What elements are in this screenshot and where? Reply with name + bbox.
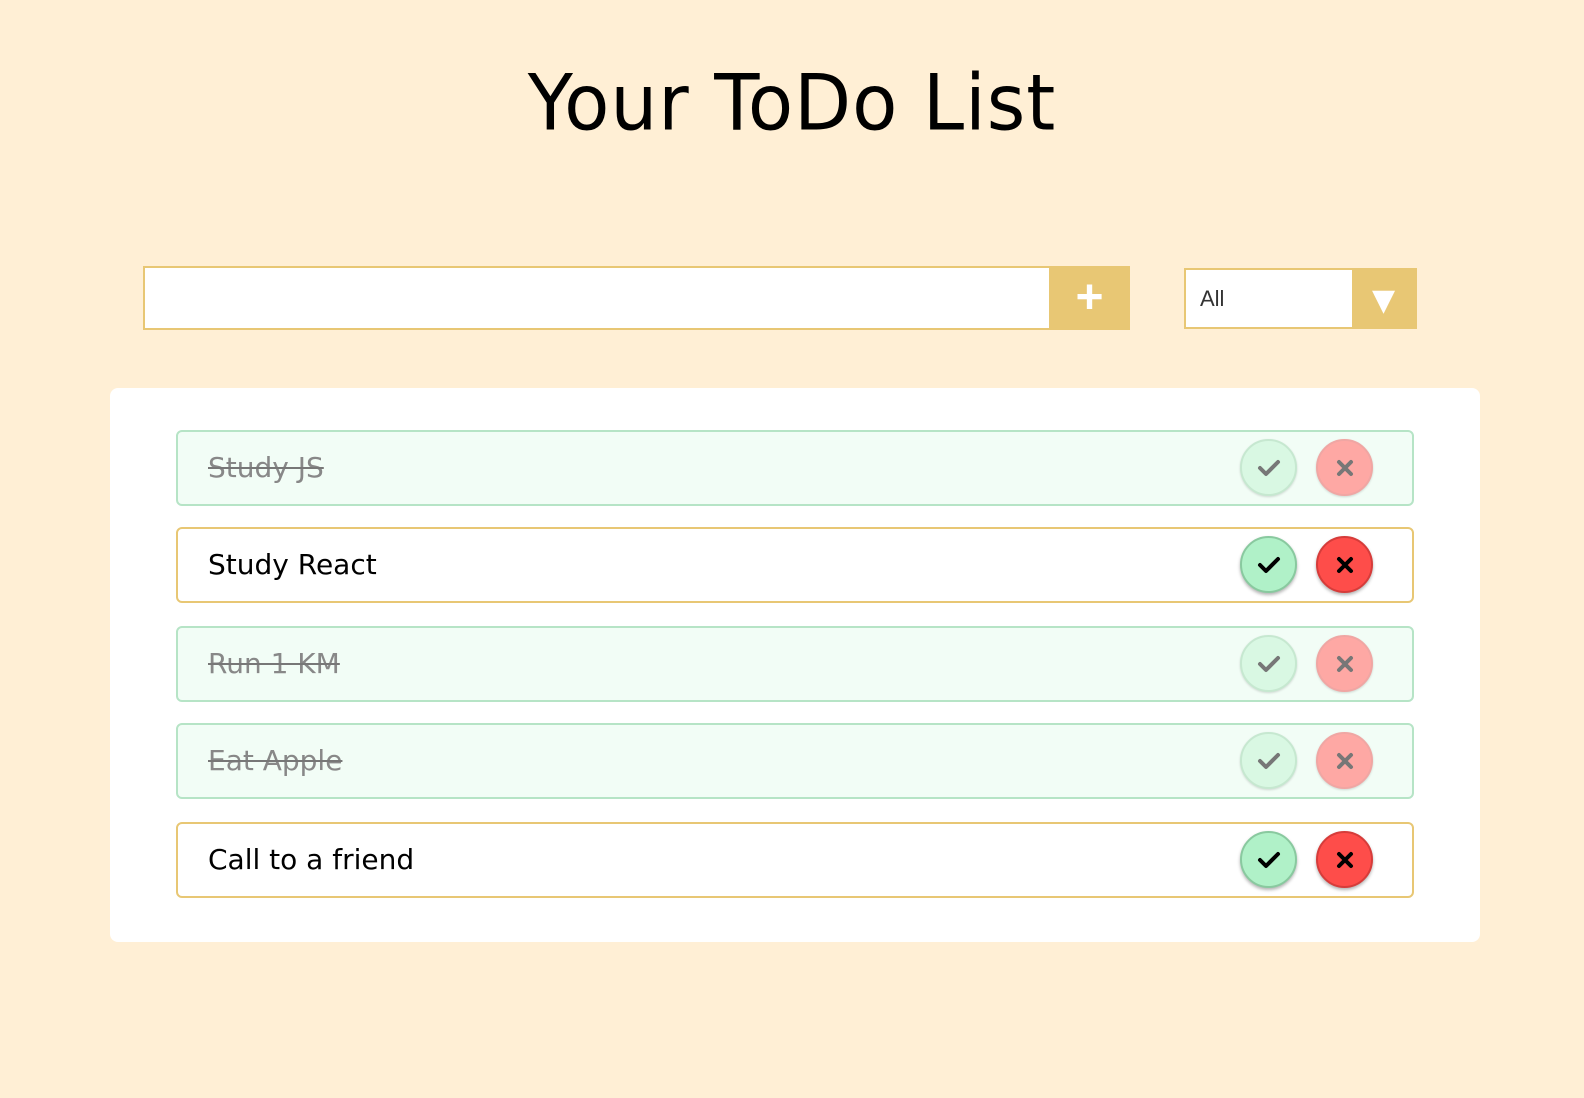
delete-button[interactable] — [1316, 831, 1373, 888]
close-icon — [1336, 752, 1354, 770]
complete-button[interactable] — [1240, 536, 1297, 593]
add-todo-form: + — [143, 266, 1133, 330]
todo-input[interactable] — [143, 266, 1073, 330]
complete-button[interactable] — [1240, 831, 1297, 888]
close-icon — [1336, 459, 1354, 477]
triangle-down-icon[interactable]: ▼ — [1352, 270, 1415, 327]
todo-text: Study React — [208, 548, 377, 581]
todo-text: Study JS — [208, 451, 324, 484]
todo-text: Eat Apple — [208, 744, 343, 777]
complete-button[interactable] — [1240, 635, 1297, 692]
complete-button[interactable] — [1240, 732, 1297, 789]
page-title: Your ToDo List — [527, 57, 1057, 149]
delete-button[interactable] — [1316, 536, 1373, 593]
todo-list: Study JS Study React Run 1 KM Eat Apple … — [110, 388, 1480, 942]
delete-button[interactable] — [1316, 635, 1373, 692]
filter-selected-value: All — [1200, 286, 1225, 311]
todo-item: Study React — [176, 527, 1414, 603]
check-icon — [1257, 850, 1281, 870]
check-icon — [1257, 654, 1281, 674]
todo-text: Run 1 KM — [208, 647, 340, 680]
complete-button[interactable] — [1240, 439, 1297, 496]
delete-button[interactable] — [1316, 439, 1373, 496]
todo-item: Call to a friend — [176, 822, 1414, 898]
check-icon — [1257, 458, 1281, 478]
delete-button[interactable] — [1316, 732, 1373, 789]
add-button[interactable]: + — [1049, 266, 1130, 330]
todo-item: Run 1 KM — [176, 626, 1414, 702]
todo-text: Call to a friend — [208, 843, 415, 876]
filter-select[interactable]: All ▼ — [1184, 268, 1417, 329]
close-icon — [1336, 851, 1354, 869]
check-icon — [1257, 751, 1281, 771]
check-icon — [1257, 555, 1281, 575]
todo-item: Eat Apple — [176, 723, 1414, 799]
close-icon — [1336, 655, 1354, 673]
close-icon — [1336, 556, 1354, 574]
todo-item: Study JS — [176, 430, 1414, 506]
